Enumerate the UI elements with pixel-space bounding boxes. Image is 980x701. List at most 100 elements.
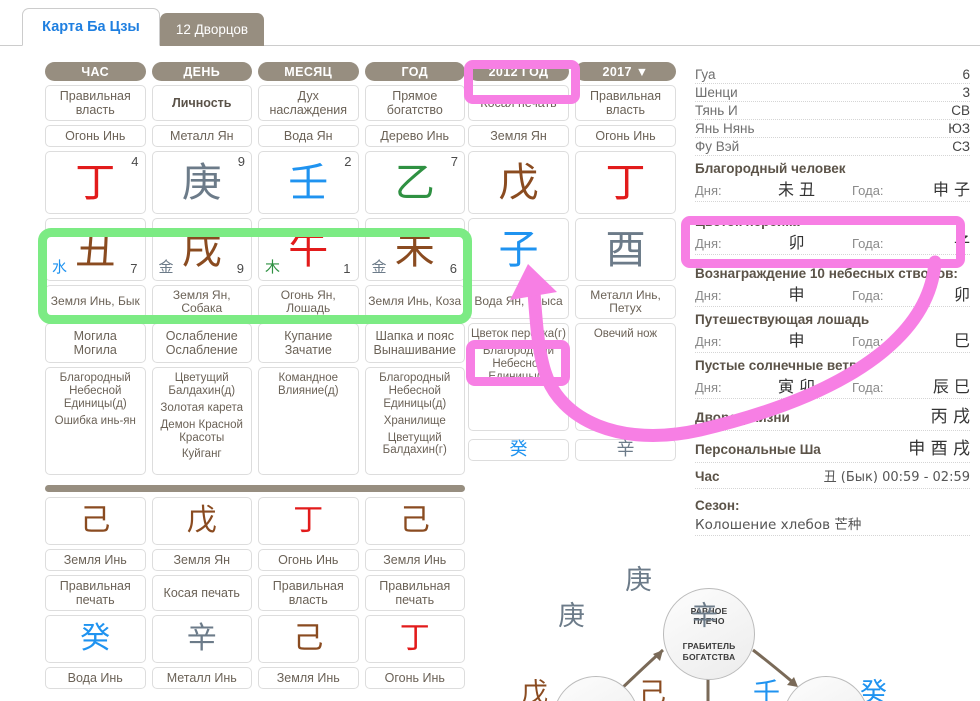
hidden-element-1-year: Земля Инь xyxy=(364,549,465,571)
info-year-label: Года: xyxy=(852,288,884,303)
hidden-god-1-day: Косая печать xyxy=(151,575,252,611)
hidden-god-1-year: Правильная печать xyxy=(364,575,465,611)
hidden-stem-2-hour[interactable]: 癸 xyxy=(45,615,146,663)
year-ten-god-2017: Правильная власть xyxy=(575,85,676,121)
info-group-title-void: Пустые солнечные ветви xyxy=(695,358,866,373)
info-year-label: Года: xyxy=(852,183,884,198)
year-header-2017[interactable]: 2017 ▼ xyxy=(575,62,676,81)
stem-cell-day[interactable]: 庚 9 xyxy=(151,151,252,214)
year-branch-cell-2012[interactable]: 子 xyxy=(468,218,569,281)
branch-cell-year[interactable]: 未 金 6 xyxy=(364,218,465,281)
stem-glyph-year: 乙 xyxy=(394,159,435,206)
year-branch-glyph: 酉 xyxy=(605,226,646,273)
info-label: Час xyxy=(695,469,720,484)
info-day-value: 寅 卯 xyxy=(777,377,816,396)
info-day-value: 未 丑 xyxy=(777,180,816,199)
stars-day: Цветущий Балдахин(д) Золотая карета Демо… xyxy=(151,367,252,475)
info-value: 丑 (Бык) 00:59 - 02:59 xyxy=(823,470,970,485)
hidden-stem-1-hour[interactable]: 己 xyxy=(45,497,146,545)
info-day-label: Дня: xyxy=(695,236,722,251)
year-header-2012[interactable]: 2012 ГОД xyxy=(468,62,569,81)
branch-cell-month[interactable]: 午 木 1 xyxy=(258,218,359,281)
hidden-stem-2-day[interactable]: 辛 xyxy=(151,615,252,663)
branch-element-glyph-hour: 水 xyxy=(52,258,68,277)
heavenly-stem-row: 丁 4 庚 9 壬 2 乙 7 xyxy=(45,151,465,214)
star-item: Командное Влияние(д) xyxy=(277,372,339,397)
ten-god-month: Дух наслаждения xyxy=(258,85,359,121)
diagram-char: 庚 xyxy=(625,565,652,596)
life-stage-year: Шапка и пояс Вынашивание xyxy=(364,323,465,363)
info-group-values-horse: Дня: 申 Года: 巳 xyxy=(695,327,970,353)
year-ten-god-2012: Косая печать xyxy=(468,85,569,121)
stem-cell-month[interactable]: 壬 2 xyxy=(258,151,359,214)
year-stem-cell-2012[interactable]: 戊 xyxy=(468,151,569,214)
star-item: Цветущий Балдахин(д) xyxy=(168,372,236,397)
info-label: Тянь И xyxy=(695,103,738,118)
hidden-stem-2-month[interactable]: 己 xyxy=(258,615,359,663)
info-label: Шенци xyxy=(695,85,738,100)
hidden-stem-1-year[interactable]: 己 xyxy=(364,497,465,545)
hidden-stem-1-day[interactable]: 戊 xyxy=(151,497,252,545)
info-value: 6 xyxy=(962,67,970,82)
hidden-element-1-day: Земля Ян xyxy=(151,549,252,571)
info-season-label: Сезон: xyxy=(695,498,740,513)
star-item: Демон Красной Красоты xyxy=(160,418,243,444)
year-stem-element-row: Земля Ян Огонь Инь xyxy=(468,125,676,147)
year-stem-glyph: 戊 xyxy=(498,159,539,206)
branch-glyph-month: 午 xyxy=(288,226,329,273)
hidden-stem-2-year[interactable]: 丁 xyxy=(364,615,465,663)
node-label: ГРАБИТЕЛЬ xyxy=(682,641,736,651)
stem-cell-year[interactable]: 乙 7 xyxy=(364,151,465,214)
year-hidden-stem-glyph: 辛 xyxy=(616,438,635,460)
info-group-values-reward: Дня: 申 Года: 卯 xyxy=(695,281,970,307)
stem-cell-hour[interactable]: 丁 4 xyxy=(45,151,146,214)
hidden-god-row-1: Правильная печать Косая печать Правильна… xyxy=(45,575,465,611)
year-stem-cell-2017[interactable]: 丁 xyxy=(575,151,676,214)
stars-month: Командное Влияние(д) xyxy=(258,367,359,475)
ten-god-year: Прямое богатство xyxy=(364,85,465,121)
info-value: СЗ xyxy=(952,139,970,154)
hidden-element-2-year: Огонь Инь xyxy=(364,667,465,689)
tab-bazi-chart[interactable]: Карта Ба Цзы xyxy=(22,8,160,46)
star-item: Золотая карета xyxy=(160,401,244,414)
diagram-char: 壬 xyxy=(753,678,780,701)
year-hidden-stem-2017[interactable]: 辛 xyxy=(575,439,676,461)
stem-glyph-month: 壬 xyxy=(288,159,329,206)
branch-cell-day[interactable]: 戌 金 9 xyxy=(151,218,252,281)
tab-bar: Карта Ба Цзы 12 Дворцов xyxy=(0,0,980,46)
year-branch-glyph: 子 xyxy=(498,226,539,273)
info-value: 3 xyxy=(962,85,970,100)
info-row-shengqi: Шенци 3 xyxy=(695,84,970,102)
ten-god-hour: Правильная власть xyxy=(45,85,146,121)
year-stem-glyph: 丁 xyxy=(605,159,646,206)
star-item: Благородный Небесной Единицы(г) xyxy=(482,344,555,383)
info-day-value: 申 xyxy=(788,285,805,304)
info-year-value: 辰 巳 xyxy=(932,377,970,396)
year-header-row: 2012 ГОД 2017 ▼ xyxy=(468,62,676,81)
branch-cell-hour[interactable]: 丑 水 7 xyxy=(45,218,146,281)
year-branch-element-row: Вода Ян, Крыса Металл Инь, Петух xyxy=(468,285,676,319)
year-branch-cell-2017[interactable]: 酉 xyxy=(575,218,676,281)
star-item: Благородный Небесной Единицы(д) xyxy=(59,372,131,410)
pillars-table: ЧАС ДЕНЬ МЕСЯЦ ГОД Правильная власть Лич… xyxy=(45,62,465,693)
tab-12-palaces[interactable]: 12 Дворцов xyxy=(160,13,264,46)
info-day-value: 卯 xyxy=(788,233,805,252)
info-season-value: Колошение хлебов 芒种 xyxy=(695,513,970,536)
stem-glyph-hour: 丁 xyxy=(75,159,116,206)
star-item: Овечий нож xyxy=(593,328,658,340)
year-hidden-stem-2012[interactable]: 癸 xyxy=(468,439,569,461)
info-panel: Гуа 6 Шенци 3 Тянь И СВ Янь Нянь ЮЗ Фу В… xyxy=(695,66,970,536)
branch-element-year: Земля Инь, Коза xyxy=(364,285,465,319)
star-item: Благородный Небесной Единицы(д) xyxy=(379,372,451,410)
life-stage-year-a: Шапка и пояс xyxy=(375,329,455,343)
stem-element-year: Дерево Инь xyxy=(364,125,465,147)
hidden-stem-row-2: 癸 辛 己 丁 xyxy=(45,615,465,663)
hidden-stem-1-month[interactable]: 丁 xyxy=(258,497,359,545)
info-day-label: Дня: xyxy=(695,334,722,349)
year-branch-element-2012: Вода Ян, Крыса xyxy=(468,285,569,319)
info-year-value: 子 xyxy=(953,233,970,252)
hidden-element-2-month: Земля Инь xyxy=(258,667,359,689)
hidden-stem-glyph: 己 xyxy=(80,503,111,538)
life-stage-day-a: Ослабление xyxy=(165,329,238,343)
info-day-label: Дня: xyxy=(695,288,722,303)
